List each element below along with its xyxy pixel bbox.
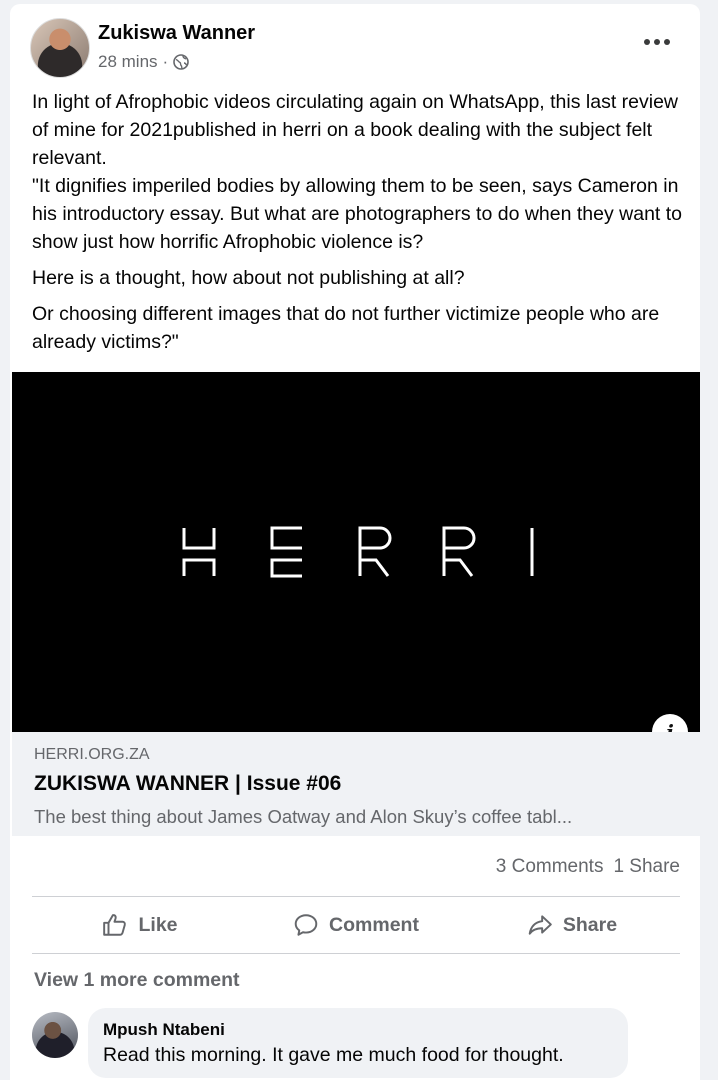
action-bar: Like Comment Share [32,897,680,953]
author-avatar[interactable] [30,18,90,78]
link-preview-image[interactable]: i [12,372,700,750]
meta-separator: · [162,52,169,71]
comment-text: Read this morning. It gave me much food … [103,1044,564,1066]
shares-count[interactable]: 1 Share [613,856,680,878]
commenter-name[interactable]: Mpush Ntabeni [103,1020,225,1040]
post-meta: 28 mins · [98,52,190,72]
comment-label: Comment [329,913,419,936]
link-domain: HERRI.ORG.ZA [34,746,150,763]
share-label: Share [562,913,618,936]
herri-logo [182,526,534,578]
post-card: Zukiswa Wanner 28 mins · In light of Afr… [10,4,700,1080]
post-time[interactable]: 28 mins [98,52,158,72]
speech-bubble-icon [294,914,318,936]
comments-count[interactable]: 3 Comments [496,856,604,878]
post-text: In light of Afrophobic videos circulatin… [32,88,682,364]
more-horizontal-icon[interactable] [642,32,672,52]
author-name[interactable]: Zukiswa Wanner [98,22,255,45]
post-header: Zukiswa Wanner 28 mins · [10,4,700,84]
link-description: The best thing about James Oatway and Al… [34,806,573,827]
post-paragraph: In light of Afrophobic videos circulatin… [32,91,679,169]
link-title[interactable]: ZUKISWA WANNER | Issue #06 [34,772,341,796]
post-paragraph: Here is a thought, how about not publish… [32,267,465,289]
thumbs-up-icon [103,914,127,936]
globe-icon[interactable] [173,54,190,70]
post-paragraph: "It dignifies imperiled bodies by allowi… [32,175,683,253]
commenter-avatar[interactable] [32,1012,78,1058]
share-arrow-icon [528,915,552,935]
comment-button[interactable]: Comment [248,897,464,953]
share-button[interactable]: Share [464,897,680,953]
post-stats: 3 Comments 1 Share [496,856,680,878]
divider [32,953,680,954]
view-more-comments[interactable]: View 1 more comment [34,969,240,992]
like-label: Like [138,913,178,936]
comment-bubble: Mpush Ntabeni Read this morning. It gave… [88,1008,628,1078]
like-button[interactable]: Like [32,897,248,953]
post-paragraph: Or choosing different images that do not… [32,303,660,353]
link-preview-meta[interactable]: HERRI.ORG.ZA ZUKISWA WANNER | Issue #06 … [12,732,700,836]
